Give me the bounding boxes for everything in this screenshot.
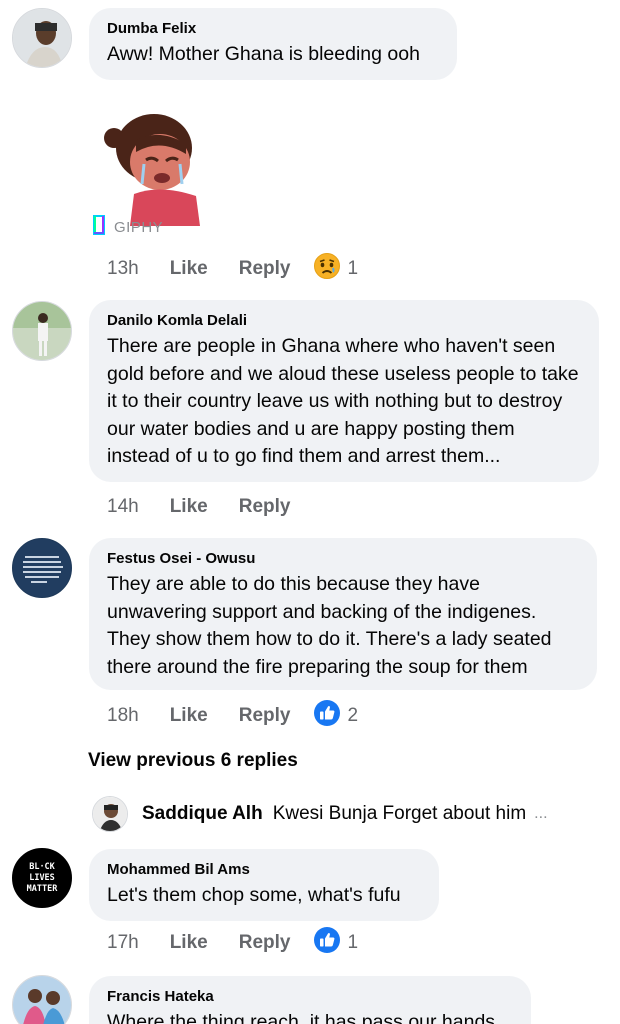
- avatar[interactable]: [92, 796, 128, 832]
- comment-actions: 17h Like Reply 1: [107, 927, 358, 956]
- avatar-text-line: BL·CK: [29, 861, 55, 872]
- comment-author[interactable]: Dumba Felix: [107, 20, 439, 37]
- comment-actions: 13h Like Reply 1: [107, 253, 358, 282]
- comment-actions: 18h Like Reply 2: [107, 700, 358, 729]
- like-button[interactable]: Like: [170, 705, 208, 727]
- giphy-icon: [92, 214, 106, 240]
- like-button[interactable]: Like: [170, 258, 208, 280]
- comment-bubble: Festus Osei - Owusu They are able to do …: [89, 538, 597, 690]
- reaction-count: 1: [347, 258, 359, 279]
- collapsed-reply[interactable]: Saddique Alh Kwesi Bunja Forget about hi…: [92, 796, 548, 832]
- avatar[interactable]: [12, 301, 72, 361]
- thumbs-up-icon: [313, 699, 341, 733]
- sad-face-icon: [313, 252, 341, 286]
- gif-sticker[interactable]: [100, 104, 220, 226]
- comment-text: Let's them chop some, what's fufu: [107, 884, 401, 906]
- reaction-count: 1: [347, 932, 359, 953]
- reply-author[interactable]: Saddique Alh: [142, 803, 263, 825]
- comment-text: There are people in Ghana where who have…: [107, 335, 579, 467]
- reply-text: Kwesi Bunja Forget about him: [272, 803, 527, 824]
- reply-button[interactable]: Reply: [239, 932, 291, 954]
- comment-author[interactable]: Mohammed Bil Ams: [107, 861, 421, 878]
- comment-text: Aww! Mother Ghana is bleeding ooh: [107, 43, 420, 65]
- avatar[interactable]: [12, 975, 72, 1024]
- comment-actions: 14h Like Reply: [107, 494, 321, 520]
- avatar-text-line: MATTER: [26, 883, 58, 894]
- comment-timestamp[interactable]: 13h: [107, 258, 139, 280]
- comment-timestamp[interactable]: 14h: [107, 496, 139, 518]
- view-previous-replies-link[interactable]: View previous 6 replies: [88, 750, 298, 772]
- comment-text: Where the thing reach, it has pass our h…: [107, 1011, 496, 1024]
- reaction-summary[interactable]: 1: [313, 252, 358, 286]
- like-button[interactable]: Like: [170, 932, 208, 954]
- comment-timestamp[interactable]: 18h: [107, 705, 139, 727]
- comment-bubble: Dumba Felix Aww! Mother Ghana is bleedin…: [89, 8, 457, 80]
- comment-timestamp[interactable]: 17h: [107, 932, 139, 954]
- comment-text: They are able to do this because they ha…: [107, 573, 552, 678]
- reply-button[interactable]: Reply: [239, 496, 291, 518]
- reply-button[interactable]: Reply: [239, 705, 291, 727]
- comment-author[interactable]: Danilo Komla Delali: [107, 312, 581, 329]
- avatar[interactable]: [12, 538, 72, 598]
- reaction-count: 2: [347, 705, 359, 726]
- thumbs-up-icon: [313, 926, 341, 960]
- comment-author[interactable]: Festus Osei - Owusu: [107, 550, 579, 567]
- avatar-text-line: LIVES: [29, 872, 55, 883]
- avatar[interactable]: [12, 8, 72, 68]
- reply-ellipsis: ...: [534, 805, 548, 822]
- avatar[interactable]: BL·CK LIVES MATTER: [12, 848, 72, 908]
- giphy-attribution: GIPHY: [92, 214, 163, 240]
- comment-bubble: Francis Hateka Where the thing reach, it…: [89, 976, 531, 1024]
- reaction-summary[interactable]: 1: [313, 926, 358, 960]
- reply-button[interactable]: Reply: [239, 258, 291, 280]
- comment-bubble: Mohammed Bil Ams Let's them chop some, w…: [89, 849, 439, 921]
- reaction-summary[interactable]: 2: [313, 699, 358, 733]
- comment-bubble: Danilo Komla Delali There are people in …: [89, 300, 599, 482]
- comment-author[interactable]: Francis Hateka: [107, 988, 513, 1005]
- like-button[interactable]: Like: [170, 496, 208, 518]
